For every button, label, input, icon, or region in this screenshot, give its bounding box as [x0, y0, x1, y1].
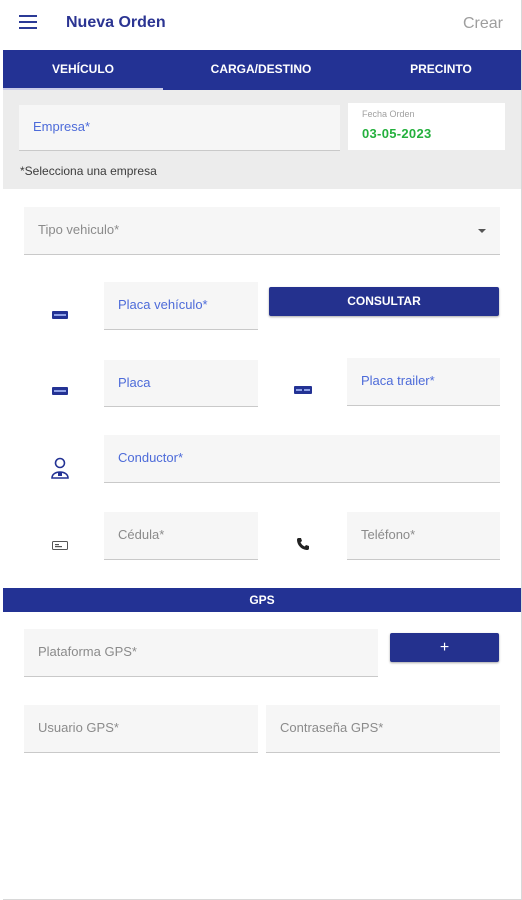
usuario-gps-field[interactable]: Usuario GPS* [24, 705, 258, 753]
add-gps-button[interactable]: + [390, 633, 499, 662]
driver-icon [51, 457, 69, 479]
license-plate-icon [52, 311, 68, 319]
contrasena-gps-label: Contraseña GPS* [280, 720, 384, 735]
contrasena-gps-field[interactable]: Contraseña GPS* [266, 705, 500, 753]
empresa-hint: *Selecciona una empresa [20, 164, 157, 178]
gps-section-header: GPS [3, 588, 521, 612]
empresa-field[interactable]: Empresa* [19, 105, 340, 151]
placa-label: Placa [118, 375, 151, 390]
placa-field[interactable]: Placa [104, 360, 258, 407]
fecha-orden-value: 03-05-2023 [362, 126, 432, 141]
company-section: Empresa* Fecha Orden 03-05-2023 *Selecci… [3, 90, 521, 189]
tipo-vehiculo-select[interactable]: Tipo vehiculo* [24, 207, 500, 255]
license-plate-icon [52, 387, 68, 395]
trailer-plate-icon [294, 386, 312, 394]
hamburger-menu-icon[interactable] [19, 15, 37, 31]
telefono-field[interactable]: Teléfono* [347, 512, 500, 560]
tipo-vehiculo-label: Tipo vehiculo* [38, 222, 120, 237]
plataforma-gps-label: Plataforma GPS* [38, 644, 137, 659]
dropdown-arrow-icon [478, 229, 486, 233]
create-button[interactable]: Crear [463, 15, 503, 33]
placa-vehiculo-label: Placa vehículo* [118, 297, 208, 312]
page-title: Nueva Orden [66, 14, 166, 31]
empresa-label: Empresa* [33, 119, 91, 134]
fecha-orden-label: Fecha Orden [362, 109, 415, 119]
placa-trailer-label: Placa trailer* [361, 373, 435, 388]
placa-trailer-field[interactable]: Placa trailer* [347, 358, 500, 406]
conductor-field[interactable]: Conductor* [104, 435, 500, 483]
tab-precinto[interactable]: PRECINTO [361, 50, 521, 90]
cedula-field[interactable]: Cédula* [104, 512, 258, 560]
tab-vehiculo[interactable]: VEHÍCULO [3, 50, 163, 90]
tab-bar: VEHÍCULO CARGA/DESTINO PRECINTO [3, 50, 521, 90]
cedula-label: Cédula* [118, 527, 165, 542]
consultar-button[interactable]: CONSULTAR [269, 287, 499, 316]
plataforma-gps-field[interactable]: Plataforma GPS* [24, 629, 378, 677]
telefono-label: Teléfono* [361, 527, 416, 542]
fecha-orden-field: Fecha Orden 03-05-2023 [348, 103, 505, 150]
app-bar: Nueva Orden Crear [3, 0, 521, 50]
id-card-icon [52, 541, 68, 550]
app-frame: Nueva Orden Crear VEHÍCULO CARGA/DESTINO… [3, 0, 522, 900]
conductor-label: Conductor* [118, 450, 184, 465]
tab-carga-destino[interactable]: CARGA/DESTINO [181, 50, 341, 90]
usuario-gps-label: Usuario GPS* [38, 720, 119, 735]
phone-icon [297, 538, 309, 550]
placa-vehiculo-field[interactable]: Placa vehículo* [104, 282, 258, 330]
